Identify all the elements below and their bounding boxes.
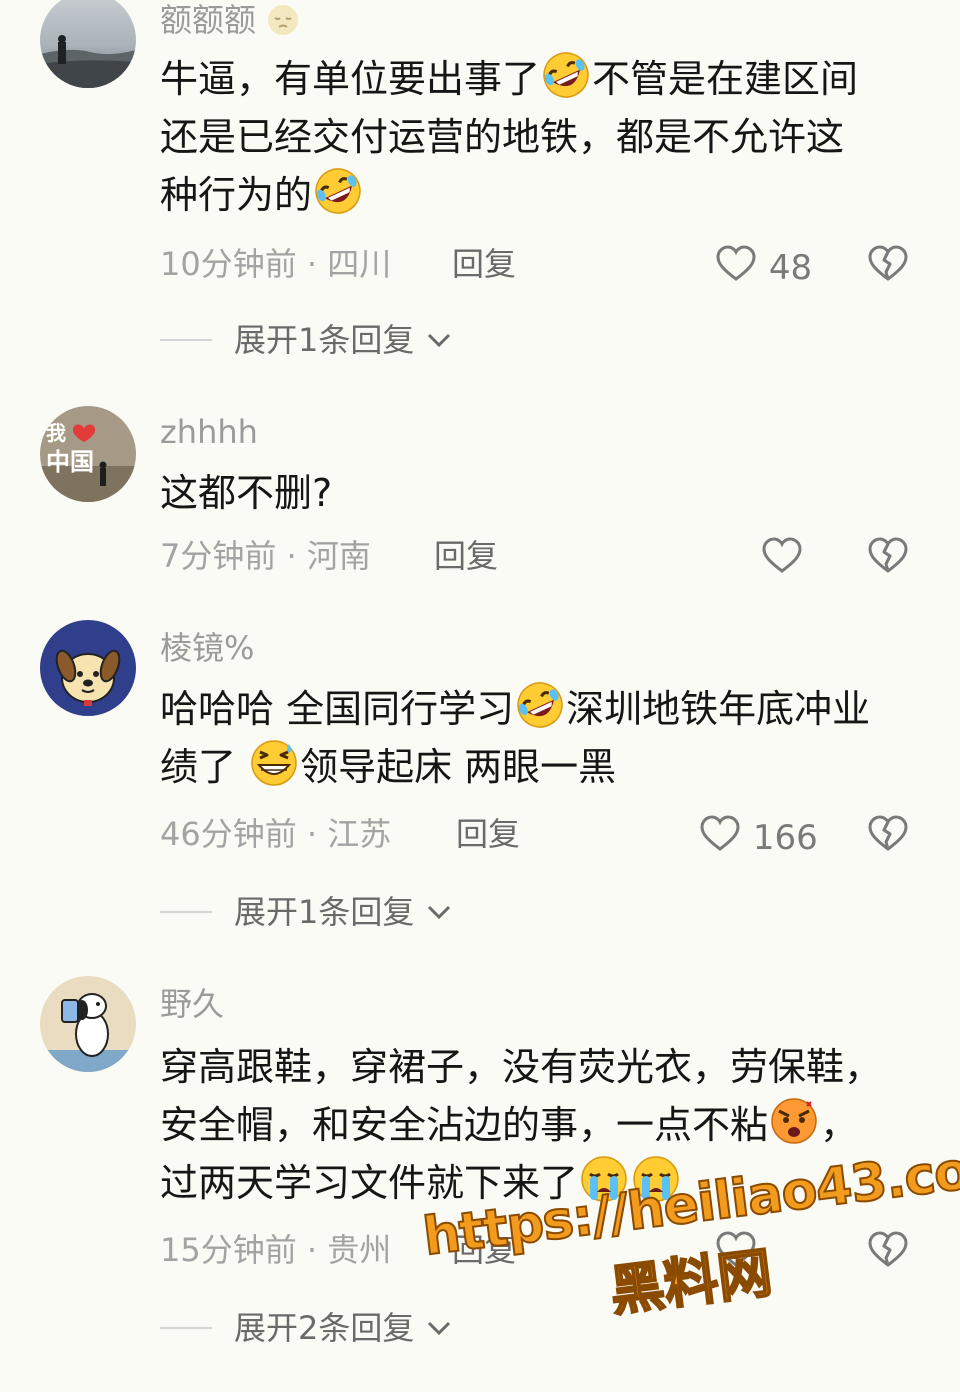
comment-text: 这都不删? [160,464,920,522]
comment-text-segment: 牛逼，有单位要出事了 [160,57,541,101]
comment-line: 哈哈哈 全国同行学习 深圳地铁年底冲业 [160,680,920,738]
chevron-down-icon [427,905,450,920]
rofl-face-icon [543,52,589,98]
comment-meta: 10分钟前 · 四川 回复 [160,244,516,284]
broken-heart-icon [868,815,908,851]
expand-replies-button[interactable]: 展开1条回复 [160,892,453,932]
username[interactable]: 额额额 [160,2,300,38]
comment-line: 穿高跟鞋，穿裙子，没有荧光衣，劳保鞋， [160,1038,920,1096]
grinning-sweat-face-icon [251,740,297,786]
like-button[interactable]: 166 [698,812,818,858]
divider [160,911,212,913]
timestamp-location: 46分钟前 · 江苏 [160,815,392,853]
heart-icon [762,537,802,573]
comment-text-segment: 还是已经交付运营的地铁，都是不允许这 [160,115,845,159]
comment-line: 还是已经交付运营的地铁，都是不允许这 [160,108,920,166]
avatar[interactable] [40,976,136,1072]
comment-text-segment: 绩了 [160,745,249,789]
comment-text: 牛逼，有单位要出事了 不管是在建区间还是已经交付运营的地铁，都是不允许这 种行为的 [160,50,920,224]
comment-text-segment: 种行为的 [160,173,313,217]
comment-text-segment: 安全帽，和安全沾边的事，一点不粘 [160,1103,769,1147]
comment-line: 绩了 领导起床 两眼一黑 [160,738,920,796]
avatar-text: 中国 [46,448,94,476]
broken-heart-icon [868,537,908,573]
reply-button[interactable]: 回复 [434,536,498,576]
comment-text-segment: 领导起床 两眼一黑 [300,745,617,789]
chevron-down-icon [427,333,450,348]
expand-replies-button[interactable]: 展开2条回复 [160,1308,453,1348]
expand-replies-button[interactable]: 展开1条回复 [160,320,453,360]
dislike-button[interactable] [866,242,910,286]
sleepy-face-icon [268,5,299,35]
username[interactable]: 棱镜% [160,630,254,666]
divider [160,1327,212,1329]
comment-line: 安全帽，和安全沾边的事，一点不粘 ， [160,1096,920,1154]
comment-line: 种行为的 [160,166,920,224]
heart-icon [700,815,740,851]
avatar[interactable] [40,0,136,88]
reply-button[interactable]: 回复 [456,814,520,854]
comment-text-segment: 穿高跟鞋，穿裙子，没有荧光衣，劳保鞋， [160,1045,883,1089]
rofl-face-icon [517,682,563,728]
comment-text-segment: 这都不删? [160,471,333,515]
comment-meta: 7分钟前 · 河南 回复 [160,536,498,576]
avatar[interactable] [40,620,136,716]
comment-text-segment: 深圳地铁年底冲业 [566,687,871,731]
angry-face-icon [771,1098,817,1144]
like-count: 48 [768,248,813,288]
comment-line: 牛逼，有单位要出事了 不管是在建区间 [160,50,920,108]
timestamp-location: 10分钟前 · 四川 [160,245,392,283]
avatar[interactable]: 我 中国 [40,406,136,502]
dislike-button[interactable] [866,812,910,856]
dislike-button[interactable] [866,534,910,578]
comment-text-segment: 不管是在建区间 [592,57,859,101]
comment-text: 哈哈哈 全国同行学习 深圳地铁年底冲业绩了 领导起床 两眼一黑 [160,680,920,796]
username[interactable]: 野久 [160,986,224,1022]
rofl-face-icon [315,168,361,214]
avatar-text: 我 [46,421,66,445]
comment-meta: 46分钟前 · 江苏 回复 [160,814,520,854]
timestamp-location: 7分钟前 · 河南 [160,537,371,575]
broken-heart-icon [868,245,908,281]
like-button[interactable]: 48 [714,242,813,288]
comment-text-segment: ， [820,1103,859,1147]
like-count: 166 [752,818,818,858]
comment-meta: 15分钟前 · 贵州 回复 [160,1230,516,1270]
comment-line: 这都不删? [160,464,920,522]
reply-button[interactable]: 回复 [452,244,516,284]
comment-text-segment: 哈哈哈 全国同行学习 [160,687,515,731]
username[interactable]: zhhhh [160,414,258,450]
divider [160,339,212,341]
heart-icon [716,245,756,281]
timestamp-location: 15分钟前 · 贵州 [160,1231,392,1269]
like-button[interactable] [760,534,804,578]
